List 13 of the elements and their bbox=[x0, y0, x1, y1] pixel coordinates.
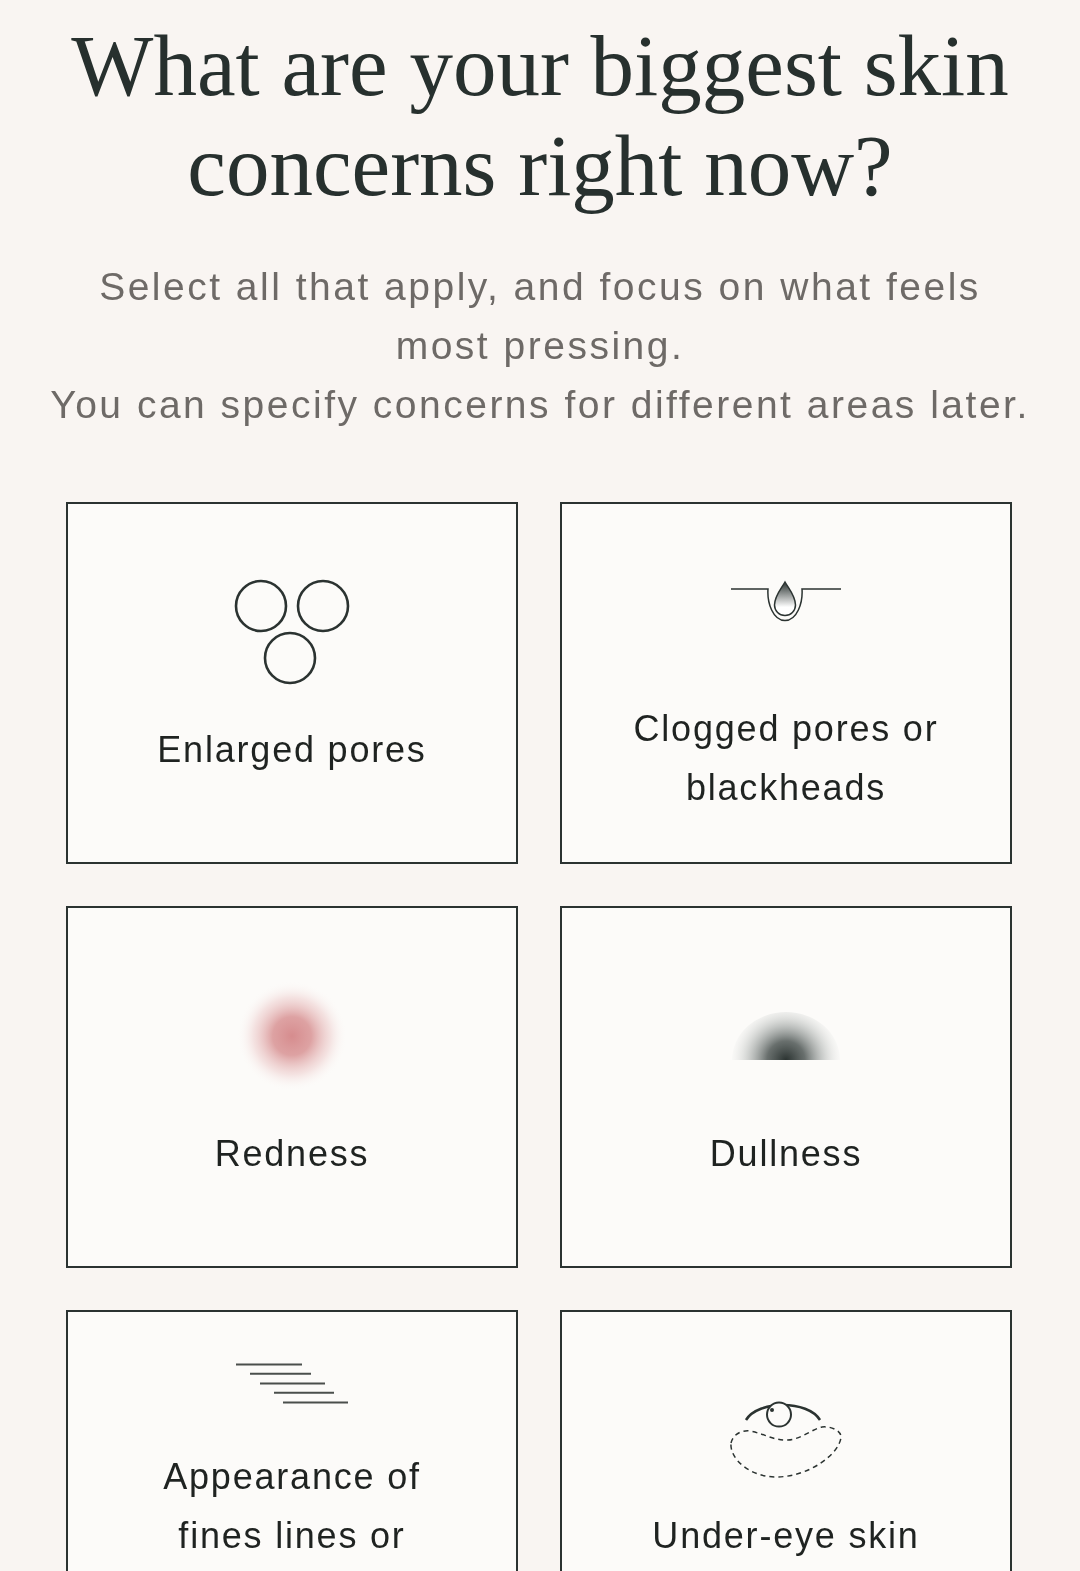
concern-option[interactable]: Redness bbox=[66, 906, 518, 1268]
concern-option[interactable]: Dullness bbox=[560, 906, 1012, 1268]
page-title: What are your biggest skin concerns right now? bbox=[70, 16, 1010, 216]
circles-icon bbox=[234, 579, 350, 685]
instruction-text: You can specify concerns for different areas later. bbox=[49, 382, 1031, 428]
concern-option[interactable]: Enlarged pores bbox=[66, 502, 518, 864]
lines-icon bbox=[235, 1362, 349, 1404]
concern-option[interactable]: Under-eye skin bbox=[560, 1310, 1012, 1571]
concern-option[interactable]: Clogged pores or blackheads bbox=[560, 502, 1012, 864]
instruction-text: Select all that apply, and focus on what feels most pressing. bbox=[98, 264, 982, 369]
droplet-icon bbox=[731, 580, 841, 622]
concern-option[interactable]: Appearance of fines lines or bbox=[66, 1310, 518, 1571]
eye-icon bbox=[730, 1401, 842, 1479]
